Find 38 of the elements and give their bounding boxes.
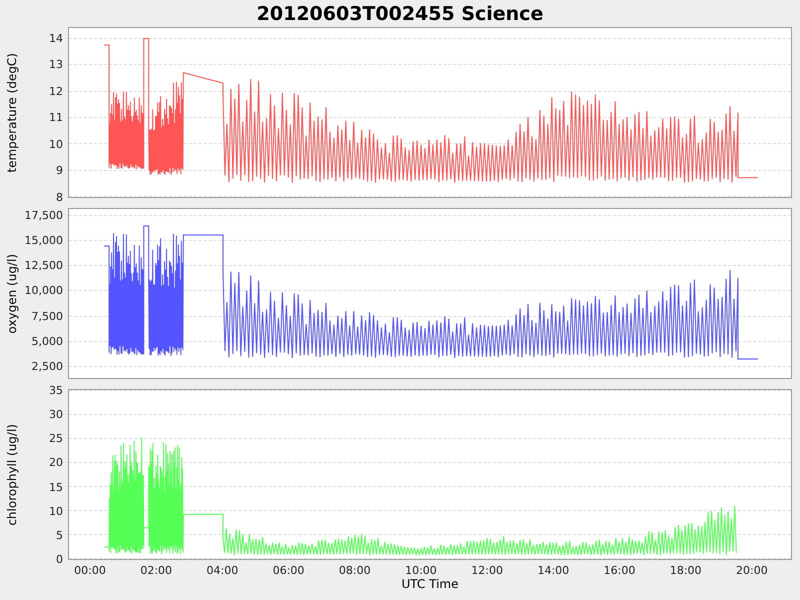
chart-title: 20120603T002455 Science <box>256 2 544 24</box>
axis-label: UTC Time <box>402 577 458 591</box>
axis-label: oxygen (ug/l) <box>5 254 19 334</box>
axis-tick-label: 5,000 <box>32 335 63 348</box>
axis-tick-label: 15,000 <box>24 234 63 247</box>
axis-tick-label: 9 <box>56 164 63 177</box>
axis-label: temperature (degC) <box>5 52 19 172</box>
axis-tick-label: 14:00 <box>536 564 570 577</box>
axis-tick-label: 10 <box>49 504 63 518</box>
axis-tick-label: 10:00 <box>404 564 438 577</box>
axis-tick-label: 11 <box>49 111 63 124</box>
axis-tick-label: 15 <box>49 480 63 494</box>
axis-tick-label: 20:00 <box>735 564 769 577</box>
axis-tick-label: 10 <box>49 138 63 150</box>
axis-tick-label: 12 <box>49 84 63 98</box>
axis-tick-label: 35 <box>49 384 63 396</box>
axis-tick-label: 8 <box>56 190 63 204</box>
axis-tick-label: 14 <box>49 32 63 44</box>
axis-tick-label: 10,000 <box>24 284 63 298</box>
axis-tick-label: 5 <box>56 529 63 542</box>
axis-tick-label: 02:00 <box>139 564 174 577</box>
axis-tick-label: 17,500 <box>24 208 63 222</box>
axis-tick-label: 7,500 <box>32 310 63 323</box>
axis-tick-label: 30 <box>49 408 63 421</box>
axis-tick-label: 2,500 <box>32 360 63 374</box>
axis-tick-label: 20 <box>49 456 63 470</box>
axis-tick-label: 12:00 <box>470 564 504 577</box>
axis-tick-label: 13 <box>49 58 63 71</box>
axis-tick-label: 00:00 <box>73 564 107 577</box>
axis-tick-label: 0 <box>56 553 63 566</box>
axis-tick-label: 08:00 <box>338 564 372 577</box>
axis-tick-label: 16:00 <box>602 564 636 577</box>
axis-tick-label: 06:00 <box>272 564 306 577</box>
axis-tick-label: 25 <box>49 432 63 446</box>
axis-tick-label: 04:00 <box>206 564 240 577</box>
axis-label: chlorophyll (ug/l) <box>5 424 19 526</box>
axis-tick-label: 12,500 <box>24 259 63 272</box>
axis-tick-label: 18:00 <box>668 564 703 577</box>
